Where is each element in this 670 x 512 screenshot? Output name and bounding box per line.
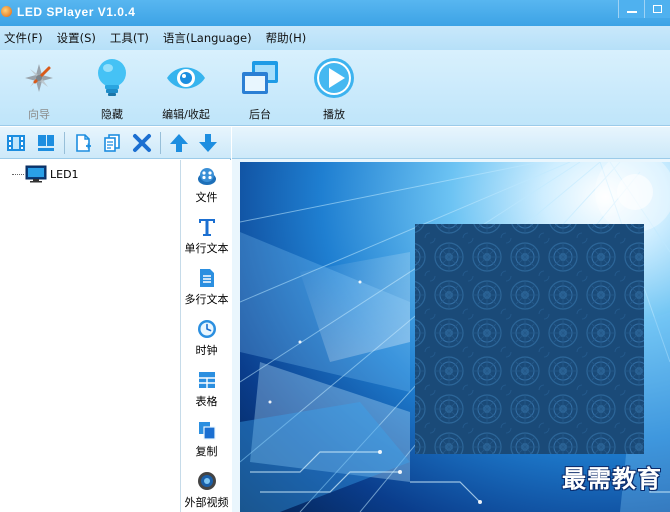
hide-button[interactable]: 隐藏 xyxy=(77,56,147,122)
insert-file-label: 文件 xyxy=(195,191,218,204)
play-button[interactable]: 播放 xyxy=(299,56,369,122)
maximize-button[interactable] xyxy=(644,0,670,18)
hide-label: 隐藏 xyxy=(101,108,123,121)
program-panel: LED1 文件 单行文本 多行文本 时钟 表格 复制 外部视频 xyxy=(0,127,231,512)
delete-icon[interactable] xyxy=(132,133,152,153)
insert-external-video-label: 外部视频 xyxy=(184,496,229,509)
film-icon[interactable] xyxy=(6,133,26,153)
minimize-icon xyxy=(626,11,637,13)
edit-collapse-button[interactable]: 编辑/收起 xyxy=(151,56,221,122)
main-toolbar: 向导 隐藏 编辑/收起 后台 播放 xyxy=(0,50,670,126)
title-bar: LED SPlayer V1.0.4 xyxy=(0,0,670,26)
tree-node-led1[interactable]: LED1 xyxy=(12,165,79,183)
window-title: LED SPlayer V1.0.4 xyxy=(17,5,136,19)
preview-area: 最需教育 xyxy=(232,127,670,512)
text-t-icon xyxy=(198,219,215,236)
play-label: 播放 xyxy=(323,108,345,121)
menu-help[interactable]: 帮助(H) xyxy=(266,30,307,46)
move-down-icon[interactable] xyxy=(198,133,218,153)
screen-tree: LED1 xyxy=(0,160,180,512)
insert-single-line-text-button[interactable]: 单行文本 xyxy=(181,216,232,256)
layout-icon[interactable] xyxy=(36,133,56,153)
film-reel-icon xyxy=(197,168,216,185)
tree-node-label: LED1 xyxy=(50,167,79,181)
eye-icon xyxy=(167,67,205,89)
insert-table-button[interactable]: 表格 xyxy=(181,369,232,409)
edit-collapse-label: 编辑/收起 xyxy=(162,108,210,121)
preview-header xyxy=(232,127,670,159)
media-insert-panel: 文件 单行文本 多行文本 时钟 表格 复制 外部视频 xyxy=(180,160,231,512)
insert-table-label: 表格 xyxy=(195,395,218,408)
wizard-button[interactable]: 向导 xyxy=(4,56,74,122)
monitor-icon xyxy=(25,165,47,183)
insert-clock-label: 时钟 xyxy=(195,344,218,357)
preview-frame: 最需教育 xyxy=(232,159,670,512)
document-icon xyxy=(199,269,214,287)
insert-file-button[interactable]: 文件 xyxy=(181,165,232,205)
window-controls xyxy=(618,0,670,18)
program-toolbar xyxy=(0,127,231,159)
background-label: 后台 xyxy=(249,108,271,121)
move-up-icon[interactable] xyxy=(169,133,189,153)
menu-bar: 文件(F) 设置(S) 工具(T) 语言(Language) 帮助(H) xyxy=(0,26,670,50)
maximize-icon xyxy=(653,5,662,13)
wand-icon xyxy=(25,64,53,92)
menu-language[interactable]: 语言(Language) xyxy=(163,30,252,46)
insert-single-line-text-label: 单行文本 xyxy=(184,242,229,255)
toolbar-separator xyxy=(64,132,65,154)
copy-page-icon[interactable] xyxy=(102,133,122,153)
table-icon xyxy=(198,372,215,388)
clock-icon xyxy=(197,320,216,338)
play-icon xyxy=(314,58,354,98)
app-logo-icon xyxy=(1,6,12,17)
tree-connector xyxy=(12,173,24,175)
video-lens-icon xyxy=(197,472,216,490)
minimize-button[interactable] xyxy=(618,0,644,18)
toolbar-separator xyxy=(160,132,161,154)
menu-file[interactable]: 文件(F) xyxy=(4,30,43,46)
text-region[interactable] xyxy=(415,224,644,454)
windows-icon xyxy=(242,61,278,94)
insert-copy-button[interactable]: 复制 xyxy=(181,419,232,459)
background-button[interactable]: 后台 xyxy=(225,56,295,122)
insert-multi-line-text-button[interactable]: 多行文本 xyxy=(181,267,232,307)
menu-tools[interactable]: 工具(T) xyxy=(110,30,149,46)
wizard-label: 向导 xyxy=(28,108,50,121)
insert-copy-label: 复制 xyxy=(195,445,218,458)
copy-icon xyxy=(198,422,216,440)
new-page-icon[interactable] xyxy=(73,133,93,153)
menu-settings[interactable]: 设置(S) xyxy=(57,30,96,46)
insert-external-video-button[interactable]: 外部视频 xyxy=(181,470,232,510)
led-screen-canvas[interactable]: 最需教育 xyxy=(240,162,670,512)
insert-multi-line-text-label: 多行文本 xyxy=(184,293,229,306)
watermark-text: 最需教育 xyxy=(562,464,662,493)
insert-clock-button[interactable]: 时钟 xyxy=(181,318,232,358)
lightbulb-icon xyxy=(98,59,126,96)
